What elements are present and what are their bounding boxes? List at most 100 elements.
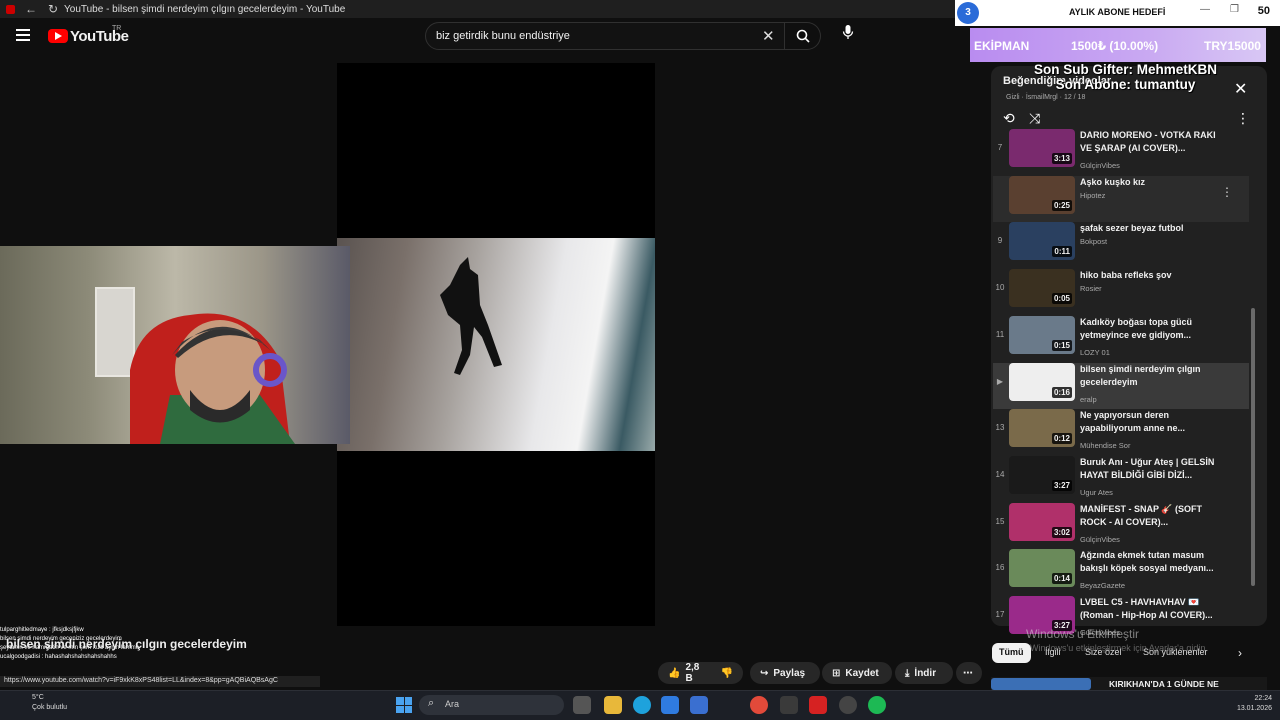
playlist-item-thumbnail: 0:16 <box>1009 362 1075 401</box>
edge-icon[interactable] <box>633 696 651 714</box>
playlist-item-channel[interactable]: Mühendise Sor <box>1080 441 1130 450</box>
search-button[interactable] <box>785 22 821 50</box>
playlist-item-title: Aşko kuşko kız <box>1080 176 1146 187</box>
next-video-title: KIRIKHAN'DA 1 GÜNDE NE <box>1109 679 1219 689</box>
playlist-item-index: 15 <box>995 516 1005 526</box>
download-label: İndir <box>914 667 937 679</box>
chip-all[interactable]: Tümü <box>992 643 1031 663</box>
shuffle-icon[interactable]: ⤨ <box>1029 110 1040 127</box>
goal-target: TRY15000 <box>1204 39 1261 53</box>
playlist-item-duration: 0:11 <box>1052 246 1072 258</box>
playlist-item[interactable]: 9 0:11 şafak sezer beyaz futbol Bokpost <box>993 222 1249 268</box>
outlook-icon[interactable] <box>690 696 708 714</box>
search-input[interactable]: biz getirdik bunu endüstriye <box>425 22 785 50</box>
chrome-icon[interactable] <box>750 696 768 714</box>
playlist-scrollbar[interactable] <box>1251 308 1255 586</box>
youtube-logo-icon[interactable] <box>48 29 68 43</box>
playlist-item-channel[interactable]: Bokpost <box>1080 237 1107 246</box>
save-icon: ⊞ <box>832 667 841 679</box>
youtube-app-icon[interactable] <box>809 696 827 714</box>
file-explorer-icon[interactable] <box>604 696 622 714</box>
voice-search-button[interactable] <box>838 24 858 48</box>
chevron-right-icon[interactable]: › <box>1238 646 1242 660</box>
weather-widget[interactable]: 5°C Çok bulutlu <box>6 693 67 713</box>
goal-count: 50 <box>1257 5 1270 17</box>
app-icon[interactable] <box>780 696 798 714</box>
playlist-item-more-icon[interactable]: ⋮ <box>1221 185 1233 199</box>
playlist-more-icon[interactable]: ⋮ <box>1236 110 1250 127</box>
store-icon[interactable] <box>661 696 679 714</box>
playlist-item-channel[interactable]: eralp <box>1080 395 1097 404</box>
playlist-item-title: LVBEL C5 - HAVHAVHAV 💌 (Roman - Hip-Hop … <box>1080 597 1213 620</box>
more-icon: ⋯ <box>963 667 973 679</box>
menu-icon[interactable] <box>16 29 30 41</box>
search-icon <box>796 29 810 43</box>
restore-icon[interactable]: ❐ <box>1230 4 1239 15</box>
minimize-icon[interactable]: — <box>1200 4 1210 15</box>
taskbar-clock[interactable]: 22:24 13.01.2026 <box>1232 694 1272 714</box>
playlist-subtitle: Gizli · İsmailMrgl · 12 / 18 <box>1006 94 1086 101</box>
like-dislike-group: 👍 2,8 B 👎 <box>658 662 743 684</box>
playlist-item-title: Buruk Anı - Uğur Ateş | GELSİN HAYAT BİL… <box>1080 456 1215 480</box>
playlist-item-duration: 0:25 <box>1051 199 1072 211</box>
playlist-item[interactable]: 16 0:14 Ağzında ekmek tutan masum bakışlı … <box>993 549 1249 595</box>
playlist-item-channel[interactable]: Hipotez <box>1080 191 1105 200</box>
region-code: TR <box>112 25 122 32</box>
windows-activation-title: Windows'u Etkinleştir <box>1026 627 1139 641</box>
share-label: Paylaş <box>773 667 806 679</box>
playlist-item-channel[interactable]: GülçinVibes <box>1080 535 1120 544</box>
loop-icon[interactable]: ⟲ <box>1003 110 1015 127</box>
playlist-item-duration: 3:13 <box>1051 153 1072 164</box>
playlist-item[interactable]: ▶ 0:16 bilsen şimdi nerdeyim çılgın gecele… <box>993 362 1249 409</box>
playlist-item[interactable]: 7 3:13 DARIO MORENO - VOTKA RAKI VE ŞARAP … <box>993 129 1249 175</box>
playlist-item-title: MANİFEST - SNAP 🎸 (SOFT ROCK - AI COVER)… <box>1080 503 1203 527</box>
playlist-item-thumbnail: 0:12 <box>1009 409 1075 448</box>
task-view-icon[interactable] <box>573 696 591 714</box>
playlist-item-title: Kadıköy boğası topa gücü yetmeyince eve … <box>1080 316 1193 340</box>
playlist-item-title: hiko baba refleks şov <box>1080 270 1172 281</box>
chat-overlay: tulparghitledmaye : jfksjdksjfjkw bilsen… <box>0 626 230 676</box>
last-sub-gifter: Son Sub Gifter: MehmetKBN <box>1033 62 1217 77</box>
playlist-item[interactable]: 0:25 Aşko kuşko kız Hipotez ⋮ <box>993 175 1249 222</box>
taskbar-search[interactable]: Ara <box>419 695 564 715</box>
dislike-icon[interactable]: 👎 <box>721 668 733 679</box>
download-button[interactable]: ⤓ İndir <box>895 662 953 684</box>
playlist-item[interactable]: 11 0:15 Kadıköy boğası topa gücü yetmeyinc… <box>993 315 1249 362</box>
playlist-item-channel[interactable]: Rosier <box>1080 284 1102 293</box>
playlist-item-index: 13 <box>995 423 1005 433</box>
download-icon: ⤓ <box>905 667 910 679</box>
playlist-item-channel[interactable]: LOZY 01 <box>1080 348 1110 357</box>
playlist-item[interactable]: 13 0:12 Ne yapıyorsun deren yapabiliyorum … <box>993 409 1249 455</box>
reload-icon[interactable]: ↻ <box>42 2 64 16</box>
share-button[interactable]: ↪ Paylaş <box>750 662 820 684</box>
back-icon[interactable]: ← <box>20 2 42 16</box>
donation-goal-bar: EKİPMAN 1500₺ (10.00%) TRY15000 <box>970 28 1266 62</box>
playlist-item-index: 11 <box>995 329 1005 339</box>
goal-badge: 3 <box>957 2 979 24</box>
playlist-item-channel[interactable]: BeyazGazete <box>1080 581 1125 590</box>
more-actions-button[interactable]: ⋯ <box>956 662 982 684</box>
playlist-item-index: 16 <box>995 563 1005 573</box>
last-subscriber: Son Abone: tumantuy <box>1055 77 1196 92</box>
clock-date: 13.01.2026 <box>1236 705 1272 712</box>
taskbar-search-icon: ⌕ <box>428 697 435 709</box>
streamer-figure <box>130 313 295 444</box>
goal-left-label: EKİPMAN <box>974 39 1030 53</box>
clear-search-icon[interactable]: ✕ <box>762 27 775 45</box>
playlist-item[interactable]: 15 3:02 MANİFEST - SNAP 🎸 (SOFT ROCK - AI … <box>993 502 1249 549</box>
playlist-item-channel[interactable]: Ugur Ates <box>1080 488 1113 497</box>
weather-desc: Çok bulutlu <box>32 704 68 711</box>
playlist-item[interactable]: 10 0:05 hiko baba refleks şov Rosier <box>993 269 1249 315</box>
playlist-item-channel[interactable]: GülçinVibes <box>1080 161 1120 170</box>
playlist-item[interactable]: 14 3:27 Buruk Anı - Uğur Ateş | GELSİN HAY… <box>993 455 1249 502</box>
spotify-icon[interactable] <box>868 696 886 714</box>
playlist-item-title: bilsen şimdi nerdeyim çılgın gecelerdeyi… <box>1080 363 1201 387</box>
next-video-row[interactable]: KIRIKHAN'DA 1 GÜNDE NE <box>991 677 1267 691</box>
playlist-item-duration: 0:15 <box>1051 339 1072 351</box>
save-button[interactable]: ⊞ Kaydet <box>822 662 892 684</box>
share-icon: ↪ <box>760 667 769 679</box>
like-count[interactable]: 2,8 B <box>685 662 701 684</box>
start-icon[interactable] <box>396 697 412 713</box>
obs-icon[interactable] <box>839 696 857 714</box>
like-icon[interactable]: 👍 <box>668 668 680 679</box>
